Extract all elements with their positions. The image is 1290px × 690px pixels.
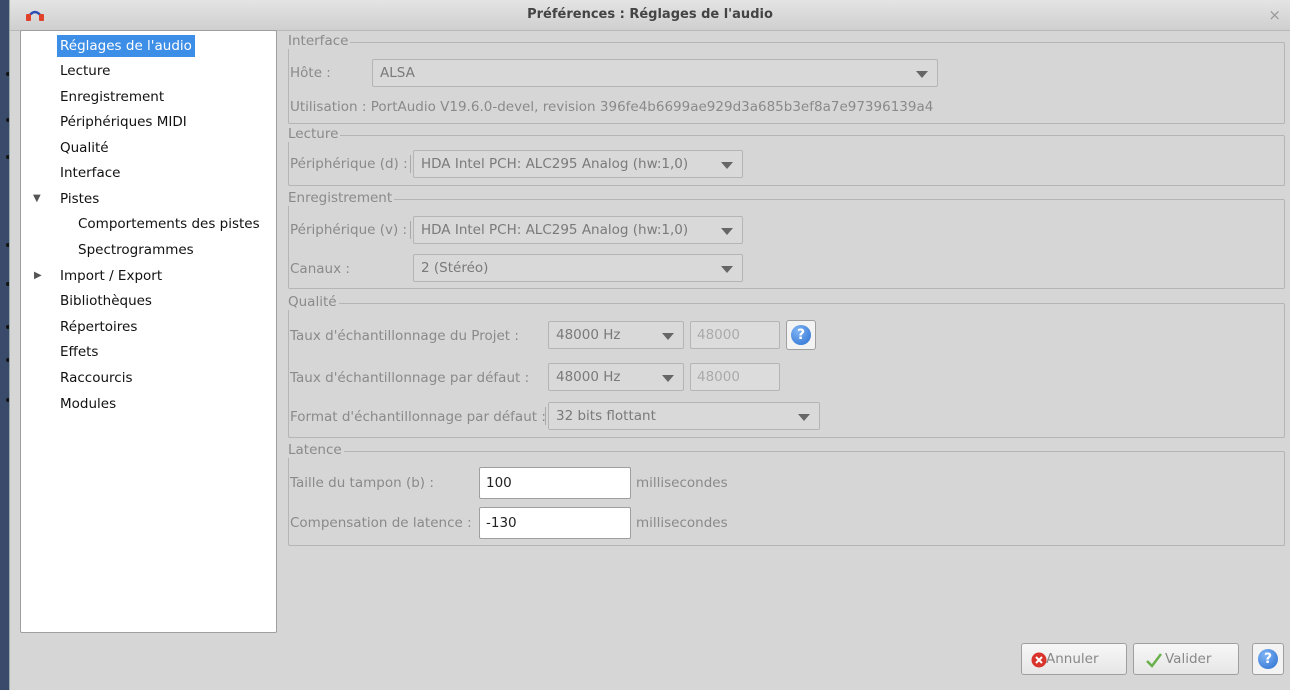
tree-item-shortcuts[interactable]: Raccourcis (60, 367, 132, 389)
quality-group: Qualité Taux d'échantillonnage du Projet… (288, 294, 1285, 438)
latency-compensation-label: Compensation de latence : (290, 515, 472, 531)
chevron-down-icon (721, 266, 733, 273)
playback-group: Lecture Périphérique (d) : HDA Intel PCH… (288, 126, 1285, 186)
chevron-down-icon (798, 414, 810, 421)
buffer-size-input[interactable]: 100 (479, 467, 631, 499)
default-rate-label: Taux d'échantillonnage par défaut : (290, 370, 530, 386)
preferences-tree[interactable]: Réglages de l'audio Lecture Enregistreme… (20, 30, 277, 633)
tree-item-quality[interactable]: Qualité (60, 137, 109, 159)
checkmark-icon (1146, 653, 1162, 668)
quality-group-title: Qualité (288, 294, 339, 310)
interface-group-title: Interface (288, 33, 351, 49)
help-icon: ? (1258, 649, 1278, 669)
recording-group-title: Enregistrement (288, 190, 395, 206)
tree-item-midi-devices[interactable]: Périphériques MIDI (60, 111, 187, 133)
tree-item-audio-settings[interactable]: Réglages de l'audio (57, 35, 195, 57)
recording-device-label: Périphérique (v) : (290, 222, 408, 238)
playback-group-title: Lecture (288, 126, 341, 142)
tree-item-modules[interactable]: Modules (60, 393, 116, 415)
collapsed-arrow-icon[interactable]: ▶ (34, 270, 42, 281)
cancel-icon (1031, 652, 1047, 668)
latency-group-title: Latence (288, 442, 344, 458)
host-label: Hôte : (290, 65, 331, 81)
playback-device-label: Périphérique (d) : (290, 156, 408, 172)
host-select[interactable]: ALSA (372, 59, 938, 87)
project-rate-field[interactable]: 48000 (690, 321, 780, 349)
dialog-help-button[interactable]: ? (1252, 643, 1284, 675)
project-rate-select[interactable]: 48000 Hz (548, 321, 684, 349)
channels-label: Canaux : (290, 261, 350, 277)
chevron-down-icon (662, 333, 674, 340)
help-button[interactable]: ? (786, 320, 816, 350)
help-icon: ? (791, 325, 811, 345)
tree-item-playback[interactable]: Lecture (60, 60, 110, 82)
latency-compensation-input[interactable]: -130 (479, 507, 631, 539)
tree-item-recording[interactable]: Enregistrement (60, 86, 164, 108)
window-title: Préférences : Réglages de l'audio (527, 7, 773, 22)
recording-device-select[interactable]: HDA Intel PCH: ALC295 Analog (hw:1,0) (410, 216, 743, 244)
close-icon[interactable]: × (1268, 6, 1281, 24)
chevron-down-icon (721, 228, 733, 235)
cancel-button[interactable]: Annuler (1021, 643, 1127, 675)
tree-item-effects[interactable]: Effets (60, 341, 98, 363)
compensation-unit: millisecondes (636, 515, 728, 531)
latency-group: Latence Taille du tampon (b) : 100 milli… (288, 442, 1285, 546)
buffer-unit: millisecondes (636, 475, 728, 491)
tree-item-track-behaviors[interactable]: Comportements des pistes (78, 213, 260, 235)
channels-select[interactable]: 2 (Stéréo) (413, 254, 743, 282)
tree-item-spectrograms[interactable]: Spectrogrammes (78, 239, 194, 261)
sample-format-label: Format d'échantillonnage par défaut : (290, 409, 546, 425)
ok-button[interactable]: Valider (1133, 643, 1239, 675)
tree-item-directories[interactable]: Répertoires (60, 316, 137, 338)
title-bar: Préférences : Réglages de l'audio × (10, 0, 1290, 31)
tree-item-interface[interactable]: Interface (60, 162, 120, 184)
playback-device-select[interactable]: HDA Intel PCH: ALC295 Analog (hw:1,0) (410, 150, 743, 178)
chevron-down-icon (721, 162, 733, 169)
project-rate-label: Taux d'échantillonnage du Projet : (290, 328, 519, 344)
edge-divider (9, 0, 10, 690)
tree-item-tracks[interactable]: Pistes (60, 188, 99, 210)
recording-group: Enregistrement Périphérique (v) : HDA In… (288, 190, 1285, 289)
tree-item-libraries[interactable]: Bibliothèques (60, 290, 152, 312)
expanded-arrow-icon[interactable]: ▼ (33, 193, 41, 204)
interface-group: Interface Hôte : ALSA Utilisation : Port… (288, 33, 1285, 124)
buffer-size-label: Taille du tampon (b) : (290, 475, 434, 491)
tree-item-import-export[interactable]: Import / Export (60, 265, 162, 287)
default-rate-field[interactable]: 48000 (690, 363, 780, 391)
chevron-down-icon (916, 71, 928, 78)
usage-text: Utilisation : PortAudio V19.6.0-devel, r… (290, 99, 934, 115)
default-rate-select[interactable]: 48000 Hz (548, 363, 684, 391)
chevron-down-icon (662, 375, 674, 382)
sample-format-select[interactable]: 32 bits flottant (545, 402, 820, 430)
